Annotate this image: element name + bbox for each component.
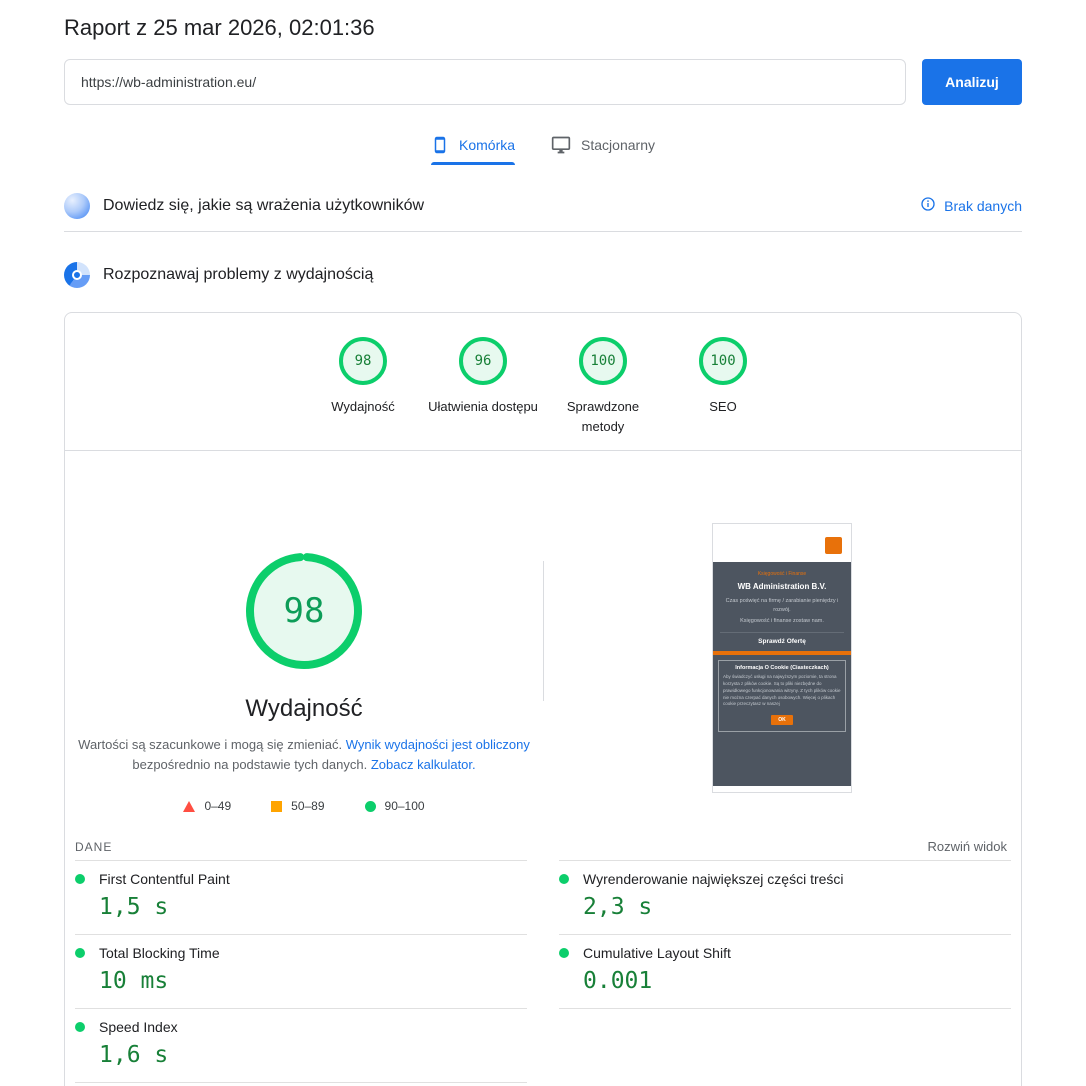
site-text: Czas poświęć na firmę / zarabianie pieni… (725, 598, 839, 613)
performance-gauge: 98 (244, 551, 364, 671)
gauge-column: 98 Wydajność Wartości są szacunkowe i mo… (65, 451, 543, 813)
metric-value: 2,3 s (583, 894, 653, 921)
site-logo (825, 537, 842, 554)
score-label: Sprawdzone metody (566, 399, 640, 434)
category-scores: 98 Wydajność 96 Ułatwienia dostępu 100 S… (65, 313, 1021, 450)
metric-value: 0.001 (583, 968, 653, 995)
cookie-title: Informacja O Cookie (Ciasteczkach) (735, 664, 829, 671)
legend-label: 0–49 (204, 799, 232, 814)
metric-largest-contentful-paint: Wyrenderowanie największej części treści… (559, 860, 1011, 934)
desktop-icon (551, 135, 571, 155)
metric-value: 1,6 s (99, 1042, 169, 1069)
thumbnail-header (713, 524, 851, 562)
performance-summary: 98 Wydajność Wartości są szacunkowe i mo… (65, 451, 1021, 833)
legend-item-fail: 0–49 (183, 799, 231, 813)
tab-mobile[interactable]: Komórka (431, 135, 516, 165)
thumbnail-body: Księgowość i Finanse WB Administration B… (713, 562, 851, 786)
metrics-header-row: DANE Rozwiń widok (65, 833, 1021, 860)
score-accessibility[interactable]: 96 Ułatwienia dostępu (423, 337, 543, 436)
metric-value: 10 ms (99, 968, 169, 995)
legend-label: 50–89 (291, 799, 325, 814)
gauge-description: Wartości są szacunkowe i mogą się zmieni… (73, 735, 535, 775)
gauge-title: Wydajność (245, 695, 363, 722)
metric-first-contentful-paint: First Contentful Paint 1,5 s (75, 860, 527, 934)
device-tabs: Komórka Stacjonarny (64, 135, 1022, 165)
score-best-practices[interactable]: 100 Sprawdzone metody (543, 337, 663, 436)
metric-name: Cumulative Layout Shift (583, 945, 731, 962)
calc-explainer-link[interactable]: Wynik wydajności jest obliczony (346, 737, 530, 752)
site-tagline: Księgowość i Finanse (757, 571, 807, 577)
pass-dot-icon (75, 874, 85, 885)
speedometer-icon (64, 262, 90, 288)
site-cta: Sprawdź Ofertę (720, 631, 844, 645)
metrics-section-label: DANE (75, 839, 113, 854)
site-text: Księgowość i finanse zostaw nam. (740, 617, 824, 624)
score-label: Wydajność (331, 399, 395, 414)
tab-desktop[interactable]: Stacjonarny (551, 135, 655, 165)
info-icon[interactable] (920, 196, 936, 217)
tab-mobile-label: Komórka (459, 137, 516, 153)
smartphone-icon (431, 136, 449, 154)
desc-text: bezpośrednio na podstawie tych danych. (132, 757, 371, 773)
pass-dot-icon (559, 874, 569, 885)
expand-view-link[interactable]: Rozwiń widok (928, 839, 1007, 854)
score-legend: 0–49 50–89 90–100 (65, 799, 543, 813)
url-input[interactable] (64, 59, 906, 105)
site-brand: WB Administration B.V. (737, 582, 827, 591)
circle-icon (364, 800, 376, 812)
score-seo[interactable]: 100 SEO (663, 337, 783, 436)
pass-dot-icon (75, 1022, 85, 1033)
lighthouse-report-card: 98 Wydajność 96 Ułatwienia dostępu 100 S… (64, 312, 1022, 1086)
score-label: SEO (709, 399, 737, 414)
analyze-button[interactable]: Analizuj (922, 59, 1022, 105)
pagespeed-report-page: Raport z 25 mar 2026, 02:01:36 Analizuj … (0, 0, 1086, 1086)
cookie-ok-button: OK (771, 715, 793, 726)
metric-value: 1,5 s (99, 894, 169, 921)
section-title: Rozpoznawaj problemy z wydajnością (103, 266, 374, 283)
section-title: Dowiedz się, jakie są wrażenia użytkowni… (103, 197, 425, 214)
triangle-icon (183, 800, 196, 812)
no-data-link[interactable]: Brak danych (944, 198, 1022, 214)
legend-item-average: 50–89 (271, 799, 325, 814)
page-screenshot-thumbnail[interactable]: Księgowość i Finanse WB Administration B… (712, 523, 852, 793)
calculator-link[interactable]: Zobacz kalkulator. (371, 757, 476, 772)
screenshot-column: Księgowość i Finanse WB Administration B… (543, 451, 1021, 813)
users-icon (64, 193, 90, 219)
no-data-status[interactable]: Brak danych (920, 196, 1022, 217)
square-icon (271, 800, 283, 812)
metric-name: First Contentful Paint (99, 871, 230, 888)
score-circle: 98 (339, 337, 387, 385)
metric-name: Wyrenderowanie największej części treści (583, 871, 844, 888)
desc-text: Wartości są szacunkowe i mogą się zmieni… (78, 737, 346, 752)
metrics-column-left: First Contentful Paint 1,5 s Total Block… (75, 860, 527, 1084)
legend-item-pass: 90–100 (364, 799, 425, 814)
legend-label: 90–100 (384, 799, 425, 814)
url-search-bar: Analizuj (64, 59, 1022, 105)
metrics-column-right: Wyrenderowanie największej części treści… (559, 860, 1011, 1083)
page-title: Raport z 25 mar 2026, 02:01:36 (64, 15, 375, 40)
score-circle: 96 (459, 337, 507, 385)
score-circle: 100 (699, 337, 747, 385)
score-performance[interactable]: 98 Wydajność (303, 337, 423, 436)
pass-dot-icon (559, 948, 569, 959)
metric-total-blocking-time: Total Blocking Time 10 ms (75, 934, 527, 1008)
orange-bar (713, 650, 851, 655)
pass-dot-icon (75, 948, 85, 959)
metric-cumulative-layout-shift: Cumulative Layout Shift 0.001 (559, 934, 1011, 1010)
section-divider (64, 231, 1022, 232)
score-label: Ułatwienia dostępu (428, 399, 538, 414)
metric-speed-index: Speed Index 1,6 s (75, 1008, 527, 1084)
gauge-value: 98 (283, 591, 325, 631)
metric-name: Total Blocking Time (99, 945, 220, 962)
tab-desktop-label: Stacjonarny (581, 137, 655, 153)
column-divider (543, 561, 544, 701)
section-user-experience: Dowiedz się, jakie są wrażenia użytkowni… (64, 181, 1022, 231)
thumbnail-hero: Księgowość i Finanse WB Administration B… (713, 562, 851, 645)
section-diagnose-performance: Rozpoznawaj problemy z wydajnością (64, 246, 1022, 304)
score-circle: 100 (579, 337, 627, 385)
metric-name: Speed Index (99, 1019, 178, 1036)
cookie-banner: Informacja O Cookie (Ciasteczkach) Aby ś… (718, 659, 846, 733)
metrics: First Contentful Paint 1,5 s Total Block… (65, 860, 1021, 1084)
cookie-text: Aby świadczyć usługi na najwyższym pozio… (723, 673, 841, 707)
